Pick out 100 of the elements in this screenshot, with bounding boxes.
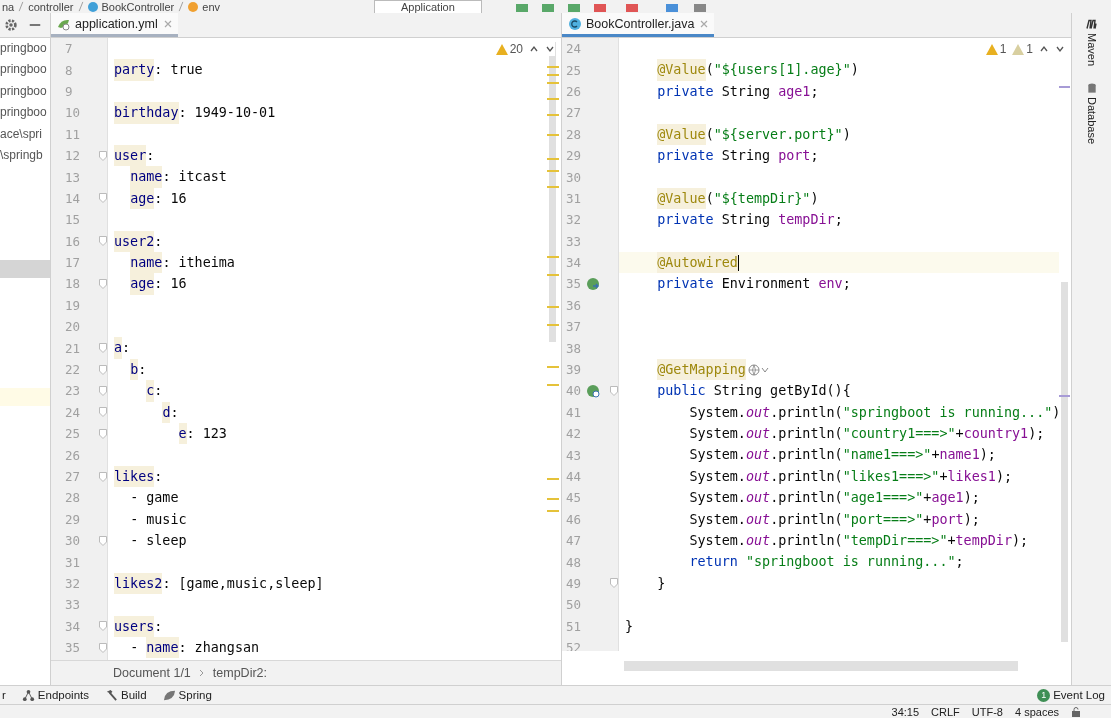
warning-marker[interactable] xyxy=(547,274,559,276)
fold-marker-icon[interactable] xyxy=(99,385,107,396)
close-icon[interactable] xyxy=(163,19,172,28)
project-tree-item[interactable]: \springb xyxy=(0,144,50,167)
status-item[interactable]: UTF-8 xyxy=(971,705,1003,718)
fold-marker-icon[interactable] xyxy=(99,279,107,289)
project-tree-item[interactable]: pringboo xyxy=(0,38,50,60)
chevron-up-icon[interactable] xyxy=(1039,44,1049,54)
text-caret xyxy=(737,254,740,271)
project-tree-item[interactable]: pringboo xyxy=(0,80,50,103)
warning-marker[interactable] xyxy=(547,114,559,116)
side-tool-tab[interactable]: Database xyxy=(1085,97,1098,145)
warning-marker[interactable] xyxy=(547,82,559,84)
fold-marker-icon[interactable] xyxy=(99,428,107,439)
project-tree-item[interactable]: ace\spri xyxy=(0,123,50,145)
fold-marker-icon[interactable] xyxy=(99,621,107,632)
code-text: System. xyxy=(689,510,746,529)
field-name: likes1 xyxy=(947,467,996,486)
breadcrumb-item[interactable]: controller xyxy=(28,0,74,13)
code-text: + xyxy=(923,489,932,508)
fold-marker-icon[interactable] xyxy=(99,150,107,161)
code-text: + xyxy=(931,446,940,465)
chevron-down-icon[interactable] xyxy=(545,44,555,54)
field-name: env xyxy=(818,275,843,294)
side-tool-tab[interactable]: Maven xyxy=(1085,33,1098,67)
warning-count[interactable]: 1 xyxy=(1012,42,1033,56)
warning-marker[interactable] xyxy=(547,384,559,386)
horizontal-scrollbar[interactable] xyxy=(624,661,1018,671)
line-number: 30 xyxy=(565,169,582,185)
breadcrumb-item[interactable]: Document 1/1 xyxy=(113,666,191,680)
code-text: + xyxy=(923,510,932,529)
event-log-button[interactable]: 1 Event Log xyxy=(1037,688,1105,702)
fold-marker-icon[interactable] xyxy=(99,364,107,375)
code-text: - game xyxy=(130,489,179,508)
fold-marker-icon[interactable] xyxy=(99,407,107,418)
warning-marker[interactable] xyxy=(547,498,559,500)
line-number: 35 xyxy=(64,640,81,656)
fold-marker-icon[interactable] xyxy=(99,343,107,354)
breadcrumb-item[interactable]: env xyxy=(202,0,220,13)
breadcrumb-item[interactable]: tempDir2: xyxy=(212,666,267,680)
warning-marker[interactable] xyxy=(547,74,559,76)
globe-dropdown-icon[interactable] xyxy=(747,363,770,376)
project-tree-item[interactable]: pringboo xyxy=(0,102,50,124)
fold-marker-icon[interactable] xyxy=(99,471,107,482)
string-literal: "likes1===>" xyxy=(842,467,940,486)
scrollbar-thumb[interactable] xyxy=(1061,282,1068,642)
error-marker[interactable] xyxy=(1059,86,1070,88)
close-icon[interactable] xyxy=(700,19,709,28)
tool-window-button[interactable]: r xyxy=(2,689,6,701)
project-tree-item[interactable]: pringboo xyxy=(0,59,50,81)
chevron-up-icon[interactable] xyxy=(529,44,539,54)
warning-marker[interactable] xyxy=(547,366,559,368)
line-number: 39 xyxy=(565,362,582,378)
warning-marker[interactable] xyxy=(547,66,559,68)
string-literal: "springboot is running..." xyxy=(745,553,956,572)
editor-tab[interactable]: application.yml xyxy=(51,13,178,37)
warning-marker[interactable] xyxy=(547,170,559,172)
keyword: private xyxy=(657,211,714,230)
string-literal: "springboot is running..." xyxy=(842,403,1053,422)
warning-marker[interactable] xyxy=(547,186,559,188)
warning-marker[interactable] xyxy=(547,324,559,326)
code-text: : xyxy=(154,467,163,486)
run-configuration-dropdown[interactable]: Application xyxy=(374,0,482,14)
warning-count[interactable]: 1 xyxy=(985,42,1007,56)
static-field: out xyxy=(745,401,771,424)
tool-window-button[interactable]: Endpoints xyxy=(21,688,89,702)
fold-marker-icon[interactable] xyxy=(99,236,107,247)
warning-marker[interactable] xyxy=(547,478,559,480)
warning-marker[interactable] xyxy=(547,98,559,100)
status-item[interactable]: 4 spaces xyxy=(1014,705,1059,718)
status-item[interactable]: CRLF xyxy=(931,705,960,718)
settings-icon[interactable] xyxy=(4,18,18,32)
tool-window-button[interactable]: Spring xyxy=(162,688,212,702)
lock-icon[interactable] xyxy=(1071,706,1081,717)
fold-marker-icon[interactable] xyxy=(610,385,618,396)
warning-marker[interactable] xyxy=(547,134,559,136)
error-marker[interactable] xyxy=(1059,395,1070,397)
editor-tab[interactable]: BookController.java xyxy=(562,13,715,37)
globe-icon[interactable] xyxy=(586,383,600,398)
fold-marker-icon[interactable] xyxy=(99,535,107,546)
fold-marker-icon[interactable] xyxy=(99,193,107,204)
warning-marker[interactable] xyxy=(547,158,559,160)
string-literal: "${server.port}" xyxy=(713,125,843,144)
fold-marker-icon[interactable] xyxy=(610,578,618,589)
code-text: System. xyxy=(689,446,746,465)
code-text: : 1949-10-01 xyxy=(178,104,276,123)
code-text: : xyxy=(154,617,163,636)
breadcrumb-item[interactable]: BookController xyxy=(101,0,175,13)
field-name: tempDir xyxy=(955,532,1012,550)
fold-marker-icon[interactable] xyxy=(99,642,107,653)
code-text: : itcast xyxy=(162,168,227,187)
warning-marker[interactable] xyxy=(547,256,559,258)
bean-icon[interactable] xyxy=(586,277,600,291)
warning-marker[interactable] xyxy=(547,510,559,512)
tool-window-button[interactable]: Build xyxy=(105,688,147,702)
warning-marker[interactable] xyxy=(547,306,559,308)
breadcrumb-item[interactable]: na xyxy=(2,0,15,13)
code-text: Environment xyxy=(721,275,812,294)
status-item[interactable]: 34:15 xyxy=(891,705,920,718)
chevron-down-icon[interactable] xyxy=(1055,44,1065,54)
